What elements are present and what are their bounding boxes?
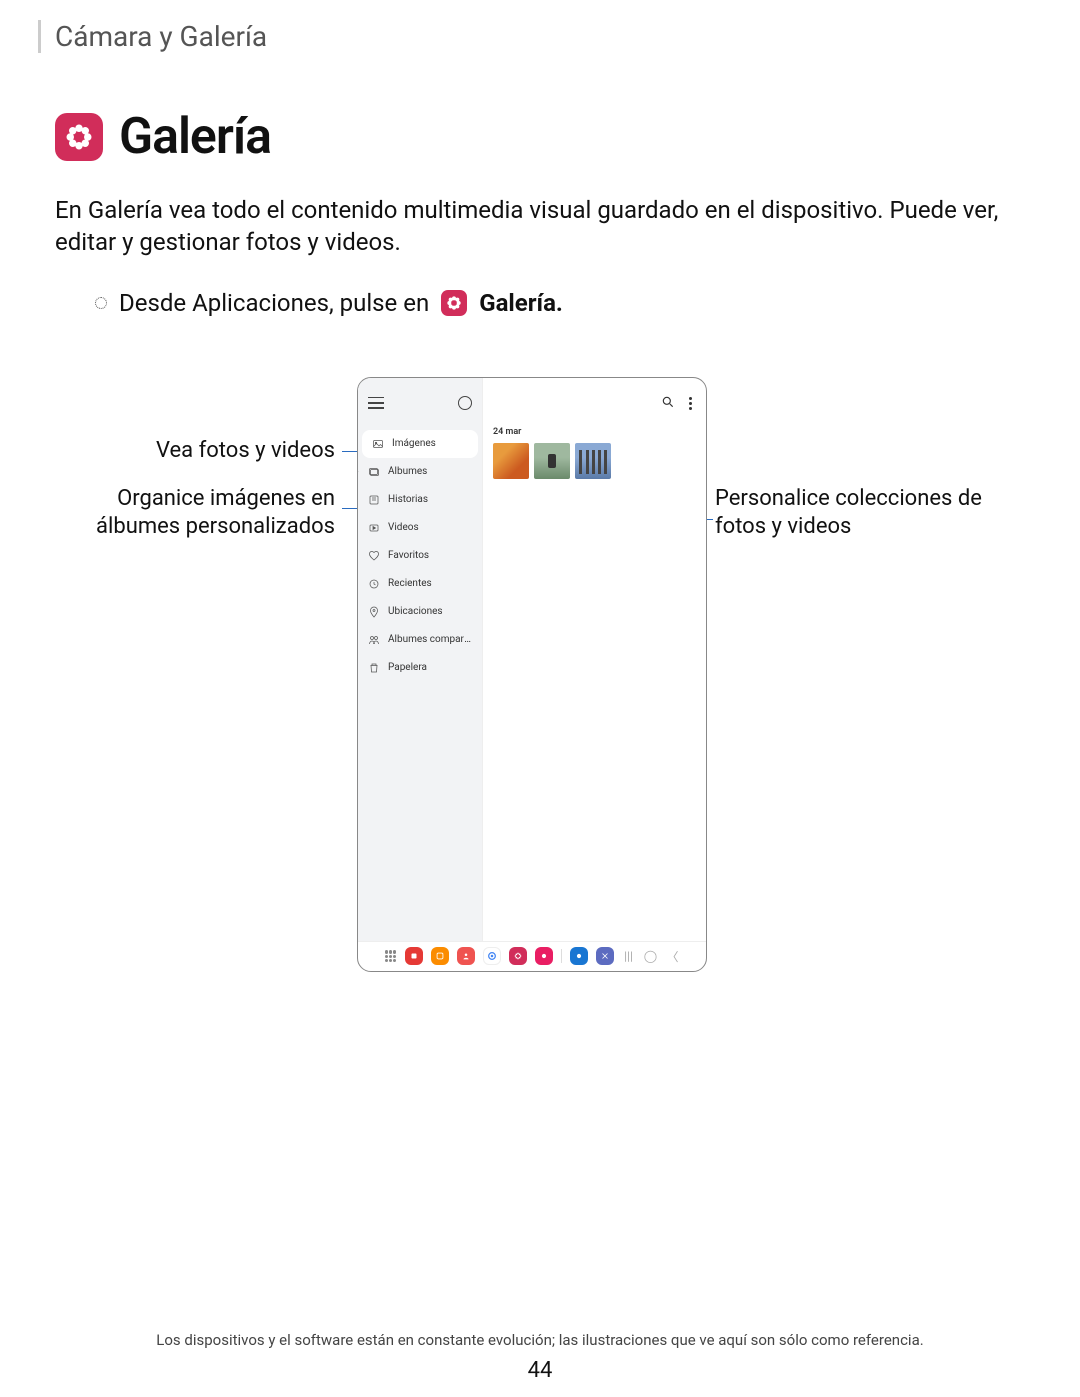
photo-thumbnail[interactable] (575, 443, 611, 479)
diagram-area: Vea fotos y videos Organice imágenes en … (55, 377, 1025, 977)
sidebar-item-imagenes[interactable]: Imágenes (362, 430, 478, 458)
gallery-sidebar: Imágenes › Álbumes Historias (358, 378, 483, 941)
taskbar: ||| ◯ 〈 (358, 941, 706, 971)
callout-organize-albums: Organice imágenes en álbumes personaliza… (55, 485, 335, 542)
sidebar-item-label: Historias (388, 494, 428, 505)
sidebar-item-historias[interactable]: Historias (358, 486, 482, 514)
page-title: Galería (119, 108, 271, 166)
callout-view-photos: Vea fotos y videos (55, 437, 335, 466)
sidebar-item-papelera[interactable]: Papelera (358, 654, 482, 682)
sidebar-item-favoritos[interactable]: Favoritos (358, 542, 482, 570)
shared-albums-icon (368, 634, 380, 646)
device-mockup: Imágenes › Álbumes Historias (357, 377, 707, 972)
page-number: 44 (0, 1358, 1080, 1383)
taskbar-app-icon[interactable] (431, 947, 449, 965)
photo-thumbnail[interactable] (493, 443, 529, 479)
sidebar-item-label: Álbumes compart… (388, 634, 472, 645)
taskbar-chrome-icon[interactable] (483, 947, 501, 965)
sidebar-item-label: Imágenes (392, 438, 436, 449)
instruction-app-name: Galería. (479, 289, 563, 317)
gear-icon[interactable] (458, 396, 472, 410)
videos-icon (368, 522, 380, 534)
taskbar-divider (561, 949, 562, 963)
recent-icon (368, 578, 380, 590)
sidebar-item-recientes[interactable]: Recientes (358, 570, 482, 598)
favorites-icon (368, 550, 380, 562)
taskbar-app-icon[interactable] (596, 947, 614, 965)
sidebar-item-label: Álbumes (388, 466, 427, 477)
sidebar-item-label: Ubicaciones (388, 606, 443, 617)
trash-icon (368, 662, 380, 674)
gallery-app-icon-small (441, 290, 467, 316)
chevron-right-icon: › (357, 467, 359, 477)
footnote: Los dispositivos y el software están en … (0, 1331, 1080, 1349)
photo-thumbnails (493, 443, 696, 479)
callout-personalize-collections: Personalice colecciones de fotos y video… (715, 485, 995, 542)
search-icon[interactable] (661, 394, 675, 413)
breadcrumb-text: Cámara y Galería (55, 20, 1025, 53)
photo-thumbnail[interactable] (534, 443, 570, 479)
stories-icon (368, 494, 380, 506)
taskbar-app-icon[interactable] (570, 947, 588, 965)
sidebar-item-ubicaciones[interactable]: Ubicaciones (358, 598, 482, 626)
taskbar-app-icon[interactable] (457, 947, 475, 965)
breadcrumb: Cámara y Galería (38, 20, 1025, 53)
taskbar-app-icon[interactable] (405, 947, 423, 965)
nav-home-icon[interactable]: ◯ (644, 949, 658, 963)
sidebar-item-shared-albums[interactable]: Álbumes compart… (358, 626, 482, 654)
intro-text: En Galería vea todo el contenido multime… (55, 194, 1025, 259)
more-options-icon[interactable] (689, 397, 692, 410)
sidebar-item-label: Favoritos (388, 550, 429, 561)
sidebar-item-label: Videos (388, 522, 419, 533)
date-header: 24 mar (493, 427, 696, 437)
bullet-icon (95, 297, 107, 309)
gallery-main-area: 24 mar (483, 378, 706, 941)
apps-grid-icon[interactable] (385, 950, 397, 962)
albums-icon (368, 466, 380, 478)
sidebar-item-albumes[interactable]: › Álbumes (358, 458, 482, 486)
sidebar-item-label: Recientes (388, 578, 432, 589)
hamburger-icon[interactable] (368, 397, 384, 409)
taskbar-app-icon[interactable] (535, 947, 553, 965)
sidebar-item-videos[interactable]: Videos (358, 514, 482, 542)
instruction-prefix: Desde Aplicaciones, pulse en (119, 289, 429, 317)
gallery-app-icon (55, 113, 103, 161)
nav-recents-icon[interactable]: ||| (622, 949, 636, 963)
images-icon (372, 438, 384, 450)
locations-icon (368, 606, 380, 618)
instruction-row: Desde Aplicaciones, pulse en Galería. (95, 289, 1025, 317)
title-row: Galería (55, 108, 1025, 166)
sidebar-item-label: Papelera (388, 662, 427, 673)
nav-back-icon[interactable]: 〈 (666, 948, 680, 965)
taskbar-gallery-icon[interactable] (509, 947, 527, 965)
